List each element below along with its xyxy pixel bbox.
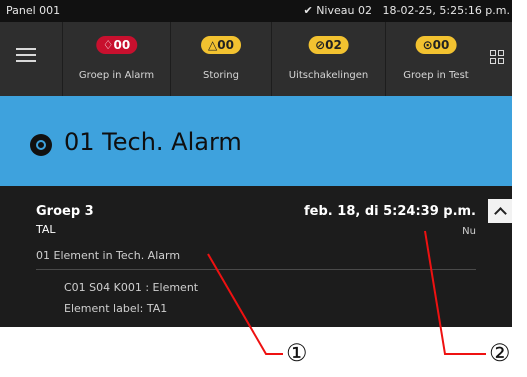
callout-line-1 <box>207 253 283 355</box>
callout-number-1: ① <box>286 339 308 367</box>
callout-number-2: ② <box>489 339 511 367</box>
callout-line-2 <box>424 230 486 355</box>
callout-lines <box>207 230 486 355</box>
